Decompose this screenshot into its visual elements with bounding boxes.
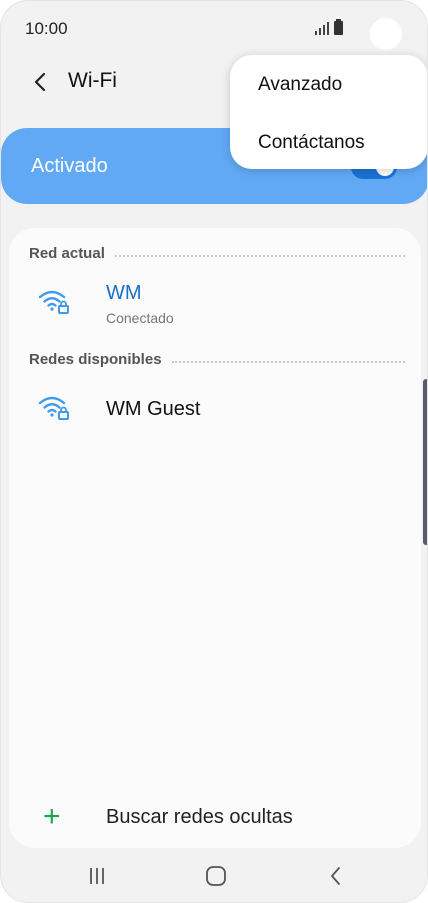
menu-item-contact[interactable]: Contáctanos	[258, 132, 365, 154]
wifi-toggle-label: Activado	[31, 155, 108, 177]
scrollbar[interactable]	[423, 379, 427, 545]
back-arrow-icon	[34, 72, 46, 92]
status-time: 10:00	[25, 19, 68, 38]
available-network-name: WM Guest	[106, 398, 201, 420]
section-header-current: Red actual	[29, 245, 405, 262]
camera-cutout	[370, 18, 402, 50]
available-network-row[interactable]: WM Guest	[9, 384, 421, 442]
wifi-lock-icon	[38, 396, 69, 420]
current-network-name: WM	[106, 282, 142, 304]
status-bar: 10:00	[1, 1, 427, 57]
plus-icon: +	[43, 800, 61, 833]
menu-item-advanced[interactable]: Avanzado	[258, 74, 342, 96]
home-icon	[206, 866, 226, 886]
navigation-bar	[1, 849, 427, 902]
back-button[interactable]	[25, 67, 55, 97]
current-network-status: Conectado	[106, 310, 174, 326]
section-title-current: Red actual	[29, 245, 105, 262]
signal-icon	[315, 21, 329, 35]
network-list-card: Red actual WM Conectado Redes disponible…	[9, 228, 421, 848]
section-header-available: Redes disponibles	[29, 351, 405, 368]
nav-back-button[interactable]	[316, 863, 356, 889]
nav-back-icon	[331, 867, 340, 885]
section-divider	[171, 360, 405, 363]
current-network-row[interactable]: WM Conectado	[9, 278, 421, 336]
wifi-lock-icon	[38, 290, 69, 314]
recents-button[interactable]	[77, 863, 117, 889]
overflow-menu: Avanzado Contáctanos	[230, 55, 427, 169]
phone-screen: 10:00 Wi-Fi Activado Red actual WM Conec…	[0, 0, 428, 903]
page-title: Wi-Fi	[68, 69, 117, 92]
add-hidden-network-label: Buscar redes ocultas	[106, 806, 293, 828]
recents-icon	[90, 868, 104, 884]
battery-icon	[334, 19, 343, 35]
section-divider	[114, 254, 405, 257]
home-button[interactable]	[196, 863, 236, 889]
section-title-available: Redes disponibles	[29, 351, 162, 368]
add-hidden-network-button[interactable]: + Buscar redes ocultas	[9, 798, 421, 838]
status-icons	[315, 19, 343, 35]
